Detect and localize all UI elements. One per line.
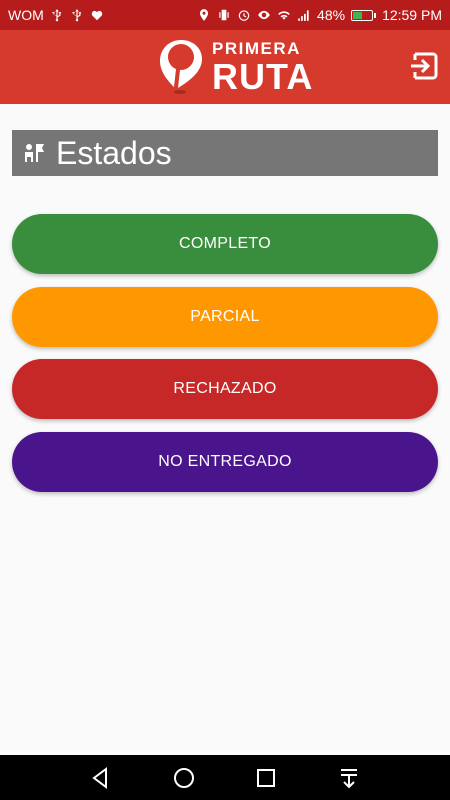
- back-button[interactable]: [86, 763, 116, 793]
- logout-button[interactable]: [408, 50, 440, 82]
- section-title: Estados: [56, 134, 172, 171]
- people-flag-icon: [25, 144, 44, 162]
- alarm-icon: [237, 8, 251, 22]
- recents-icon: [257, 768, 276, 787]
- vibrate-icon: [217, 8, 231, 22]
- status-left: WOM: [8, 7, 104, 23]
- heart-rate-icon: [90, 8, 104, 22]
- notifications-pull-icon: [340, 768, 357, 788]
- carrier-label: WOM: [8, 7, 44, 23]
- rechazado-button[interactable]: RECHAZADO: [12, 359, 438, 419]
- pin-logo-icon: [160, 40, 202, 94]
- parcial-button[interactable]: PARCIAL: [12, 287, 438, 347]
- home-icon: [173, 767, 194, 788]
- recents-button[interactable]: [251, 763, 281, 793]
- back-icon: [92, 766, 108, 789]
- section-header: Estados: [12, 130, 438, 176]
- logo-top-text: PRIMERA: [212, 38, 301, 58]
- logout-icon: [411, 52, 438, 80]
- usb-icon: [50, 8, 64, 22]
- status-right: 48% 12:59 PM: [197, 7, 442, 23]
- eye-icon: [257, 8, 271, 22]
- logo-bottom-text: RUTA: [212, 55, 314, 97]
- location-icon: [197, 8, 211, 22]
- navigation-bar: [0, 755, 450, 800]
- battery-percent: 48%: [317, 7, 346, 23]
- clock: 12:59 PM: [382, 7, 442, 23]
- notifications-pull-button[interactable]: [334, 763, 364, 793]
- usb-icon: [70, 8, 84, 22]
- battery-icon: [351, 9, 377, 21]
- completo-button[interactable]: COMPLETO: [12, 214, 438, 274]
- app-logo: PRIMERA RUTA: [158, 36, 313, 98]
- home-button[interactable]: [169, 763, 199, 793]
- signal-icon: [297, 8, 311, 22]
- wifi-icon: [277, 8, 291, 22]
- status-bar: WOM 48% 12:59 PM: [0, 0, 450, 30]
- app-bar: PRIMERA RUTA: [0, 30, 450, 104]
- no-entregado-button[interactable]: NO ENTREGADO: [12, 432, 438, 492]
